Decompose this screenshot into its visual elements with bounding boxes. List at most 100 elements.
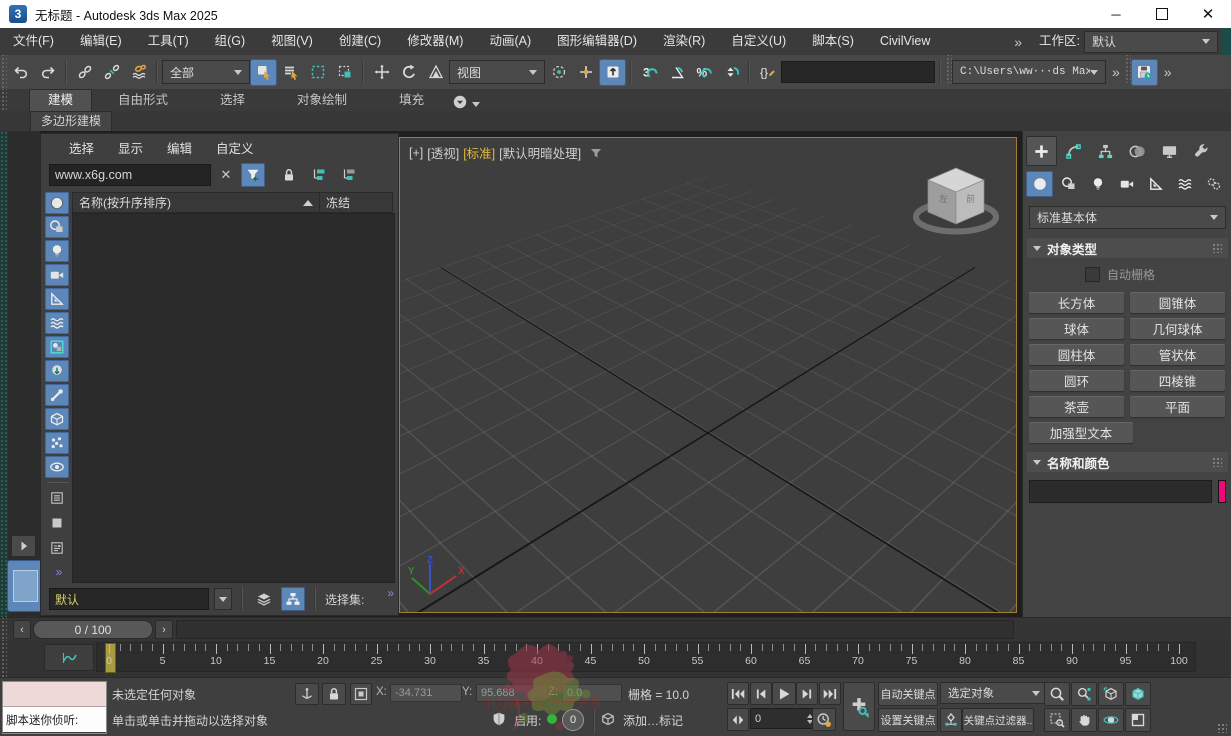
- menu-item[interactable]: 创建(C): [326, 28, 394, 55]
- minimize-button[interactable]: ─: [1093, 0, 1139, 28]
- reference-coordinate-dropdown[interactable]: 视图: [449, 60, 545, 84]
- helpers-category-icon[interactable]: [1142, 171, 1169, 197]
- primitive-button[interactable]: 圆锥体: [1130, 292, 1225, 313]
- explorer-overflow-icon[interactable]: »: [387, 586, 394, 600]
- object-type-rollout[interactable]: 对象类型: [1027, 238, 1228, 258]
- motion-tab-icon[interactable]: [1122, 136, 1153, 166]
- edit-named-selection-sets-icon[interactable]: {}: [754, 59, 781, 86]
- named-selection-sets-field[interactable]: [781, 61, 935, 83]
- go-to-start-icon[interactable]: [727, 682, 749, 705]
- play-animation-icon[interactable]: [772, 682, 796, 705]
- show-hidden-icon[interactable]: [45, 456, 69, 478]
- column-header-name[interactable]: 名称(按升序排序): [72, 192, 320, 213]
- add-time-tag[interactable]: 添加…标记: [623, 712, 683, 729]
- time-tag-cube-icon[interactable]: [597, 708, 619, 730]
- listener-script-row[interactable]: 脚本迷你侦听:: [3, 707, 106, 732]
- show-lights-icon[interactable]: [45, 240, 69, 262]
- previous-frame-icon[interactable]: [750, 682, 772, 705]
- hierarchy-view-icon[interactable]: [281, 587, 305, 611]
- ribbon-tab-selection[interactable]: 选择: [194, 90, 271, 111]
- primitive-button[interactable]: 长方体: [1029, 292, 1124, 313]
- zoom-extents-icon[interactable]: [1098, 682, 1124, 706]
- ribbon-tab-modeling[interactable]: 建模: [29, 89, 93, 111]
- show-bones-icon[interactable]: [45, 384, 69, 406]
- x-coord-field[interactable]: -34.731: [390, 684, 462, 702]
- toolbar-drag-handle[interactable]: [945, 55, 952, 83]
- selection-set-dropdown[interactable]: 选定对象: [940, 682, 1048, 704]
- orbit-icon[interactable]: [1098, 708, 1124, 732]
- auto-key-button[interactable]: 自动关键点: [878, 682, 938, 706]
- ribbon-tab-object-paint[interactable]: 对象绘制: [271, 90, 373, 111]
- menu-item[interactable]: 文件(F): [0, 28, 67, 55]
- tool-list-icon[interactable]: [45, 487, 69, 509]
- ribbon-drag-handle[interactable]: [0, 89, 7, 111]
- menu-item[interactable]: 修改器(M): [394, 28, 476, 55]
- previous-frame-arrow[interactable]: ‹: [13, 620, 31, 639]
- object-name-input[interactable]: [1029, 480, 1212, 503]
- time-slider-handle[interactable]: 0 / 100: [33, 620, 153, 639]
- object-color-swatch[interactable]: [1218, 480, 1226, 503]
- viewport-shading-menu[interactable]: [默认明暗处理]: [499, 143, 581, 162]
- show-containers-icon[interactable]: [45, 408, 69, 430]
- undo-icon[interactable]: [7, 59, 34, 86]
- time-configuration-icon[interactable]: [812, 708, 836, 731]
- primitive-button[interactable]: 管状体: [1130, 344, 1225, 365]
- pan-view-icon[interactable]: [1071, 708, 1097, 732]
- show-cameras-icon[interactable]: [45, 264, 69, 286]
- ribbon-panel-polygon-modeling[interactable]: 多边形建模: [30, 111, 113, 131]
- systems-category-icon[interactable]: [1200, 171, 1227, 197]
- ribbon-tab-populate[interactable]: 填充: [373, 90, 450, 111]
- time-slider-track[interactable]: [176, 620, 1014, 639]
- primitive-button[interactable]: 圆柱体: [1029, 344, 1124, 365]
- scene-security-shield-icon[interactable]: [488, 708, 510, 730]
- explorer-menu-display[interactable]: 显示: [106, 138, 155, 157]
- unlink-parent-icon[interactable]: [337, 163, 361, 187]
- menu-item[interactable]: 脚本(S): [799, 28, 867, 55]
- next-frame-icon[interactable]: [796, 682, 818, 705]
- primitive-button[interactable]: 球体: [1029, 318, 1124, 339]
- geometry-category-icon[interactable]: [1026, 171, 1053, 197]
- cameras-category-icon[interactable]: [1113, 171, 1140, 197]
- viewport-general-menu[interactable]: [+]: [409, 146, 423, 160]
- next-frame-arrow[interactable]: ›: [155, 620, 173, 639]
- create-tab-icon[interactable]: [1026, 136, 1057, 166]
- viewport-style-menu[interactable]: [标准]: [463, 143, 495, 162]
- workspace-dropdown[interactable]: 默认: [1084, 30, 1218, 53]
- maximize-button[interactable]: [1139, 0, 1185, 28]
- menu-item[interactable]: 自定义(U): [718, 28, 799, 55]
- autogrid-checkbox[interactable]: [1085, 267, 1100, 282]
- show-helpers-icon[interactable]: [45, 288, 69, 310]
- redo-icon[interactable]: [34, 59, 61, 86]
- scene-object-list[interactable]: [72, 213, 395, 583]
- use-pivot-center-icon[interactable]: [545, 59, 572, 86]
- layers-icon[interactable]: [252, 587, 276, 611]
- show-groups-icon[interactable]: [45, 336, 69, 358]
- layer-dropdown-caret[interactable]: [214, 588, 232, 610]
- spacewarps-category-icon[interactable]: [1171, 171, 1198, 197]
- ribbon-display-toggle-icon[interactable]: [450, 93, 470, 111]
- absolute-mode-icon[interactable]: [350, 683, 372, 705]
- lights-category-icon[interactable]: [1084, 171, 1111, 197]
- expand-panel-button[interactable]: [11, 535, 36, 557]
- toolbar-drag-handle[interactable]: [0, 55, 7, 89]
- show-xrefs-icon[interactable]: [45, 360, 69, 382]
- menu-item[interactable]: 渲染(R): [650, 28, 718, 55]
- keyboard-shortcut-override-icon[interactable]: [599, 58, 626, 86]
- set-keys-button[interactable]: [843, 682, 875, 731]
- shapes-category-icon[interactable]: [1055, 171, 1082, 197]
- viewport-pov-menu[interactable]: [透视]: [427, 143, 459, 162]
- column-header-frozen[interactable]: 冻结: [320, 192, 393, 213]
- menu-item[interactable]: 编辑(E): [67, 28, 135, 55]
- spinner-snap-icon[interactable]: [717, 59, 744, 86]
- select-and-rotate-icon[interactable]: [395, 59, 422, 86]
- show-shapes-icon[interactable]: [45, 216, 69, 238]
- show-geometry-icon[interactable]: [45, 192, 69, 214]
- primitive-button[interactable]: 几何球体: [1130, 318, 1225, 339]
- menu-item[interactable]: 组(G): [202, 28, 259, 55]
- active-layer-dropdown[interactable]: 默认: [49, 588, 209, 610]
- unlink-selection-icon[interactable]: [98, 59, 125, 86]
- show-spacewarps-icon[interactable]: [45, 312, 69, 334]
- maximize-viewport-icon[interactable]: [1125, 708, 1151, 732]
- isolate-selection-button[interactable]: [7, 560, 44, 612]
- zoom-icon[interactable]: [1044, 682, 1070, 706]
